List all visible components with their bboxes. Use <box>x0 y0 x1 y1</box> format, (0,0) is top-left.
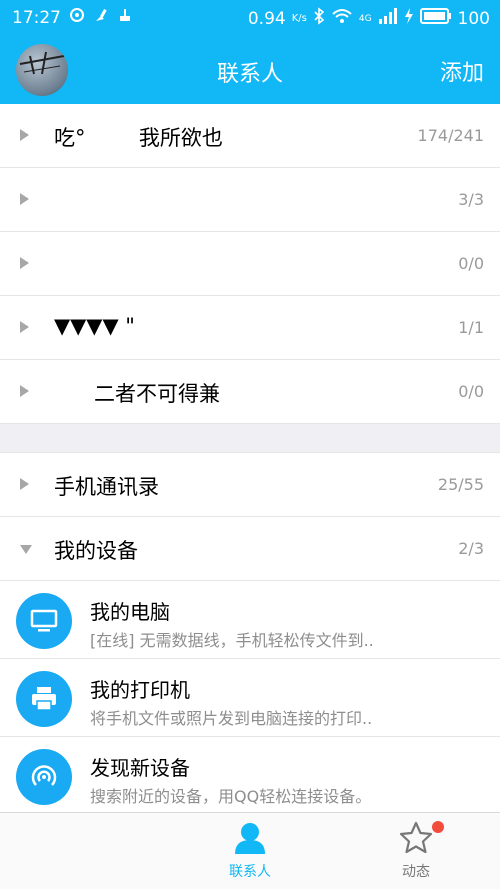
upload-icon <box>117 7 133 28</box>
star-icon <box>399 821 433 854</box>
group-row[interactable]: 二者不可得兼 0/0 <box>0 360 500 424</box>
status-bar: 17:27 0.94 K/s 4G 100 <box>0 0 500 36</box>
tab-label: 联系人 <box>229 864 271 880</box>
battery-level: 100 <box>457 8 490 29</box>
radar-icon <box>16 749 72 805</box>
tab-feed[interactable]: 动态 <box>366 821 466 881</box>
group-row-phone-contacts[interactable]: 手机通讯录 25/55 <box>0 453 500 517</box>
group-row[interactable]: 3/3 <box>0 168 500 232</box>
group-name: 二者不可得兼 <box>54 382 221 406</box>
group-row-my-devices[interactable]: 我的设备 2/3 <box>0 517 500 581</box>
group-count: 3/3 <box>458 190 484 209</box>
tab-contacts[interactable]: 联系人 <box>200 821 300 881</box>
collapse-arrow-icon <box>20 545 32 554</box>
group-count: 1/1 <box>458 318 484 337</box>
group-name: 手机通讯录 <box>54 475 159 499</box>
signal-icon <box>378 8 398 29</box>
app-bar: 联系人 添加 <box>0 36 500 104</box>
device-title: 发现新设备 <box>90 756 190 780</box>
expand-arrow-icon <box>20 385 29 397</box>
device-subtitle: [在线] 无需数据线，手机轻松传文件到.. <box>90 631 374 650</box>
tab-label: 动态 <box>402 864 430 880</box>
device-title: 我的电脑 <box>90 600 170 624</box>
group-name: ▼▼▼▼ " <box>54 314 135 338</box>
device-title: 我的打印机 <box>90 678 190 702</box>
device-subtitle: 将手机文件或照片发到电脑连接的打印.. <box>90 709 373 728</box>
expand-arrow-icon <box>20 193 29 205</box>
speed-unit: K/s <box>291 12 307 24</box>
network-speed: 0.94 <box>247 8 286 29</box>
netease-icon <box>69 7 85 28</box>
clock: 17:27 <box>12 7 61 28</box>
device-item-discover[interactable]: 发现新设备 搜索附近的设备，用QQ轻松连接设备。 <box>0 737 500 815</box>
group-count: 2/3 <box>458 539 484 558</box>
expand-arrow-icon <box>20 129 29 141</box>
add-button[interactable]: 添加 <box>440 55 484 87</box>
notification-badge <box>432 821 444 833</box>
section-divider <box>0 424 500 453</box>
group-name: 我的设备 <box>54 539 138 563</box>
group-row[interactable]: 吃° 我所欲也 174/241 <box>0 104 500 168</box>
group-count: 25/55 <box>437 475 484 494</box>
page-title: 联系人 <box>216 62 283 87</box>
contacts-icon <box>235 823 265 854</box>
expand-arrow-icon <box>20 257 29 269</box>
brush-icon <box>93 7 109 28</box>
monitor-icon <box>16 593 72 649</box>
tab-bar: 联系人 动态 <box>0 812 500 889</box>
charging-icon <box>404 8 414 29</box>
group-row[interactable]: ▼▼▼▼ " 1/1 <box>0 296 500 360</box>
device-item-printer[interactable]: 我的打印机 将手机文件或照片发到电脑连接的打印.. <box>0 659 500 737</box>
contact-list: 吃° 我所欲也 174/241 3/3 0/0 ▼▼▼▼ " 1/1 二者不可得… <box>0 104 500 815</box>
bluetooth-icon <box>313 7 325 30</box>
group-count: 0/0 <box>458 254 484 273</box>
wifi-icon <box>331 7 353 30</box>
device-item-computer[interactable]: 我的电脑 [在线] 无需数据线，手机轻松传文件到.. <box>0 581 500 659</box>
expand-arrow-icon <box>20 321 29 333</box>
printer-icon <box>16 671 72 727</box>
group-name: 吃° 我所欲也 <box>54 126 223 150</box>
battery-icon <box>419 8 452 29</box>
device-subtitle: 搜索附近的设备，用QQ轻松连接设备。 <box>90 787 372 806</box>
group-count: 0/0 <box>458 382 484 401</box>
expand-arrow-icon <box>20 478 29 490</box>
group-count: 174/241 <box>417 126 484 145</box>
group-row[interactable]: 0/0 <box>0 232 500 296</box>
network-type: 4G <box>358 13 372 24</box>
